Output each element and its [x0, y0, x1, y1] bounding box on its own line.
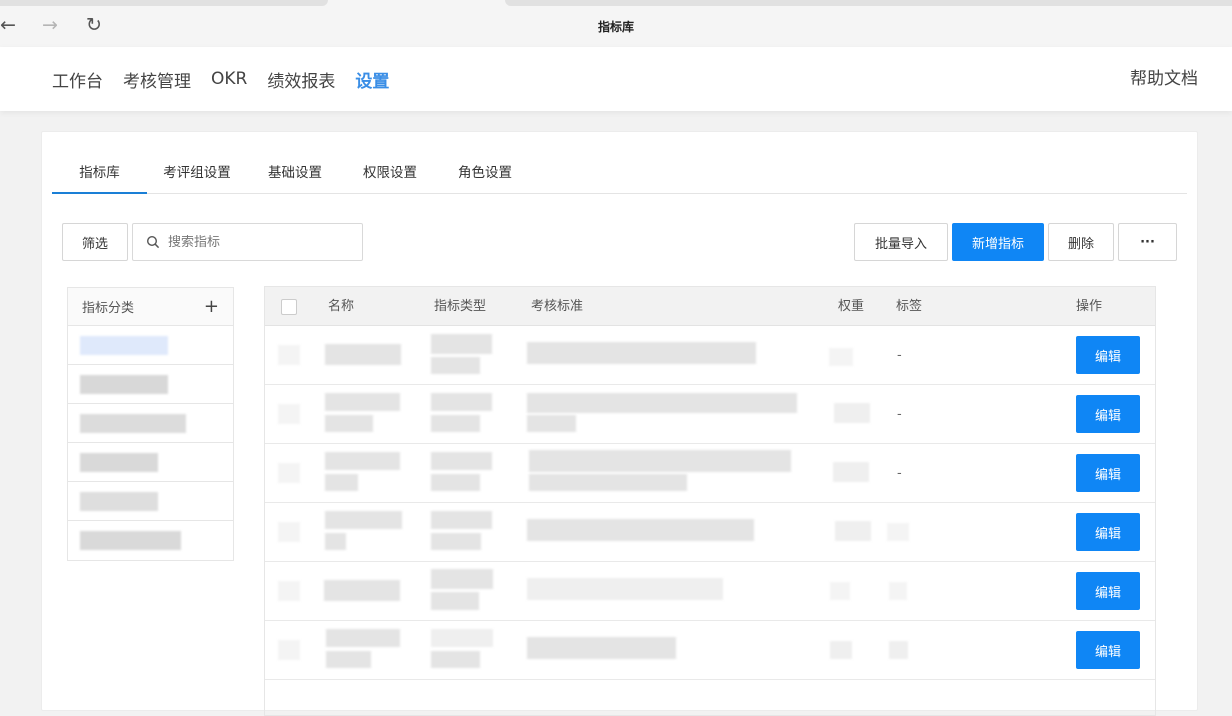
col-criteria: 考核标准: [531, 299, 584, 314]
category-header: 指标分类 +: [68, 288, 233, 326]
search-icon: [146, 235, 160, 249]
edit-button[interactable]: 编辑: [1076, 631, 1140, 669]
browser-tab-strip-left: [0, 0, 328, 6]
nav-item-okr[interactable]: OKR: [211, 69, 247, 89]
table-row: 编辑: [265, 562, 1155, 621]
tag-value: -: [897, 348, 902, 363]
table-header: 名称 指标类型 考核标准 权重 标签 操作: [265, 287, 1155, 326]
table-row: 编辑: [265, 503, 1155, 562]
col-actions: 操作: [1076, 299, 1103, 314]
more-button[interactable]: ···: [1118, 223, 1177, 261]
page-tab-title: 指标库: [597, 20, 634, 34]
search-input[interactable]: [168, 234, 348, 250]
main-menu: 工作台 考核管理 OKR 绩效报表 设置: [52, 47, 409, 111]
table-row: - 编辑: [265, 444, 1155, 503]
tab-basic-settings[interactable]: 基础设置: [247, 154, 343, 194]
edit-button[interactable]: 编辑: [1076, 395, 1140, 433]
nav-item-reports[interactable]: 绩效报表: [267, 67, 335, 92]
help-docs-link[interactable]: 帮助文档: [1130, 47, 1198, 111]
tab-indicator-library[interactable]: 指标库: [52, 154, 147, 194]
browser-bar: ← → ↻ 指标库: [0, 0, 1232, 47]
edit-button[interactable]: 编辑: [1076, 336, 1140, 374]
col-name: 名称: [328, 299, 355, 314]
settings-card: 指标库 考评组设置 基础设置 权限设置 角色设置 筛选 批量导入 新增指标 删除…: [41, 131, 1198, 716]
tab-role-settings[interactable]: 角色设置: [437, 154, 533, 194]
search-box[interactable]: [132, 223, 363, 261]
category-item[interactable]: [68, 404, 233, 443]
category-panel: 指标分类 +: [67, 287, 234, 561]
category-item[interactable]: [68, 521, 233, 560]
nav-item-workbench[interactable]: 工作台: [52, 67, 103, 92]
edit-button[interactable]: 编辑: [1076, 513, 1140, 551]
tab-evaluation-group[interactable]: 考评组设置: [147, 154, 247, 194]
delete-button[interactable]: 删除: [1048, 223, 1114, 261]
col-indicator-type: 指标类型: [434, 299, 487, 314]
col-weight: 权重: [838, 299, 865, 314]
nav-item-assessment[interactable]: 考核管理: [123, 67, 191, 92]
edit-button[interactable]: 编辑: [1076, 572, 1140, 610]
category-item[interactable]: [68, 482, 233, 521]
category-title: 指标分类: [82, 301, 135, 316]
tag-value: -: [897, 407, 902, 422]
table-row: - 编辑: [265, 385, 1155, 444]
top-navigation: 工作台 考核管理 OKR 绩效报表 设置 帮助文档: [0, 47, 1232, 111]
filter-button[interactable]: 筛选: [62, 223, 128, 261]
settings-tabs: 指标库 考评组设置 基础设置 权限设置 角色设置: [52, 154, 1187, 194]
add-category-icon[interactable]: +: [204, 296, 219, 317]
nav-item-settings[interactable]: 设置: [355, 67, 389, 92]
category-item[interactable]: [68, 365, 233, 404]
table-row: 编辑: [265, 621, 1155, 680]
indicator-table: 名称 指标类型 考核标准 权重 标签 操作 - 编辑 - 编辑 - 编辑 编辑 …: [264, 286, 1156, 716]
category-item[interactable]: [68, 443, 233, 482]
table-row: - 编辑: [265, 326, 1155, 385]
browser-tab-strip-right: [505, 0, 1232, 6]
tab-permission-settings[interactable]: 权限设置: [343, 154, 437, 194]
category-item[interactable]: [68, 326, 233, 365]
col-tag: 标签: [896, 299, 923, 314]
add-indicator-button[interactable]: 新增指标: [952, 223, 1044, 261]
edit-button[interactable]: 编辑: [1076, 454, 1140, 492]
tag-value: -: [897, 466, 902, 481]
select-all-checkbox[interactable]: [281, 299, 297, 315]
batch-import-button[interactable]: 批量导入: [854, 223, 948, 261]
